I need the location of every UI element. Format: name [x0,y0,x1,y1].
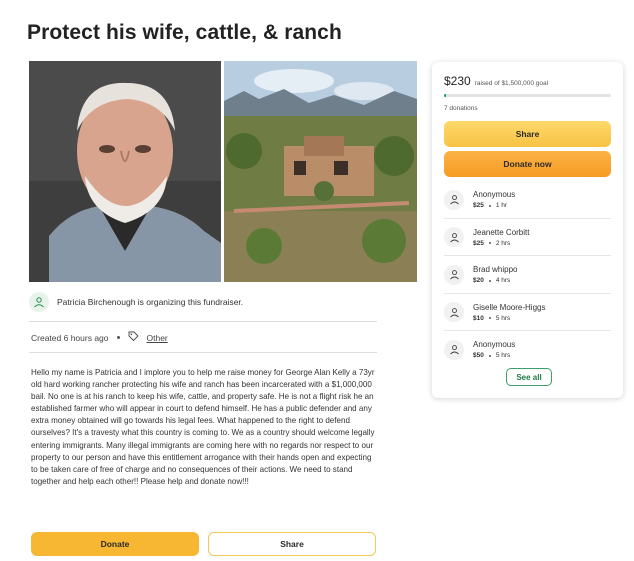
donor-time: 5 hrs [495,314,511,322]
donor-avatar-icon [444,264,464,285]
donor-info: Brad whippo $20 4 hrs [473,265,517,284]
campaign-title: Protect his wife, cattle, & ranch [27,21,342,44]
organizer-avatar-icon [29,292,49,312]
donation-sidebar-card: $230 raised of $1,500,000 goal 7 donatio… [432,62,623,398]
donor-avatar-icon [444,302,464,322]
donor-name: Brad whippo [473,265,518,274]
donor-amount: $25 [473,202,484,209]
donor-name: Jeanette Corbitt [473,227,530,237]
progress-fill [444,94,446,97]
donor-amount: $10 [473,314,484,322]
separator-dot [488,317,491,319]
donor-time: 2 hrs [495,239,511,247]
campaign-photos[interactable] [29,61,417,282]
donor-info: Anonymous $25 1 hr [473,190,515,209]
donations-count: 7 donations [444,105,478,112]
progress-bar [444,94,611,97]
photo-ranch [224,61,417,282]
donor-info: Jeanette Corbitt $25 2 hrs [473,228,529,247]
donor-details: $10 5 hrs [473,315,545,322]
donor-amount: $20 [473,277,484,284]
donor-amount: $25 [473,239,484,247]
photo-mugshot [29,61,221,282]
donor-time: 4 hrs [495,277,511,284]
separator-dot [488,242,491,244]
sidebar-donate-now-button[interactable]: Donate now [444,151,611,177]
organizer-row: Patricia Birchenough is organizing this … [29,289,377,315]
separator-dot [488,354,491,357]
share-button[interactable]: Share [208,532,376,556]
raised-amount: $230 [444,74,471,88]
donor-time: 1 hr [495,202,508,209]
donor-row: Giselle Moore-Higgs $10 5 hrs [444,294,611,331]
divider [29,321,377,322]
campaign-story: Hello my name is Patricia and I implore … [31,368,375,486]
donor-avatar-icon [444,339,464,360]
separator-dot [488,279,491,282]
donor-details: $25 2 hrs [473,240,529,247]
divider [29,352,377,353]
donor-info: Giselle Moore-Higgs $10 5 hrs [473,303,545,322]
separator-dot [488,204,491,207]
donor-name: Giselle Moore-Higgs [473,302,546,312]
donor-row: Jeanette Corbitt $25 2 hrs [444,219,611,256]
donor-details: $50 5 hrs [473,352,515,359]
tag-icon [128,331,139,344]
organizer-text: Patricia Birchenough is organizing this … [57,297,244,307]
donor-name: Anonymous [473,190,516,199]
category-link[interactable]: Other [147,333,168,343]
campaign-meta: Created 6 hours ago Other [31,331,168,344]
donor-info: Anonymous $50 5 hrs [473,340,515,359]
donate-button[interactable]: Donate [31,532,199,556]
sidebar-share-button[interactable]: Share [444,121,611,147]
donor-amount: $50 [473,352,484,359]
donor-time: 5 hrs [495,352,511,359]
created-time: Created 6 hours ago [31,332,109,343]
donor-row: Anonymous $50 5 hrs [444,331,611,368]
donor-details: $20 4 hrs [473,277,517,284]
see-all-button[interactable]: See all [506,368,552,386]
raised-goal: raised of $1,500,000 goal [474,80,549,87]
donor-row: Anonymous $25 1 hr [444,181,611,218]
donor-avatar-icon [444,189,464,210]
separator-dot [116,336,120,339]
raised-summary: $230 raised of $1,500,000 goal [444,74,548,88]
donor-avatar-icon [444,227,464,247]
donor-details: $25 1 hr [473,202,515,209]
donor-name: Anonymous [473,340,516,349]
donor-row: Brad whippo $20 4 hrs [444,256,611,293]
